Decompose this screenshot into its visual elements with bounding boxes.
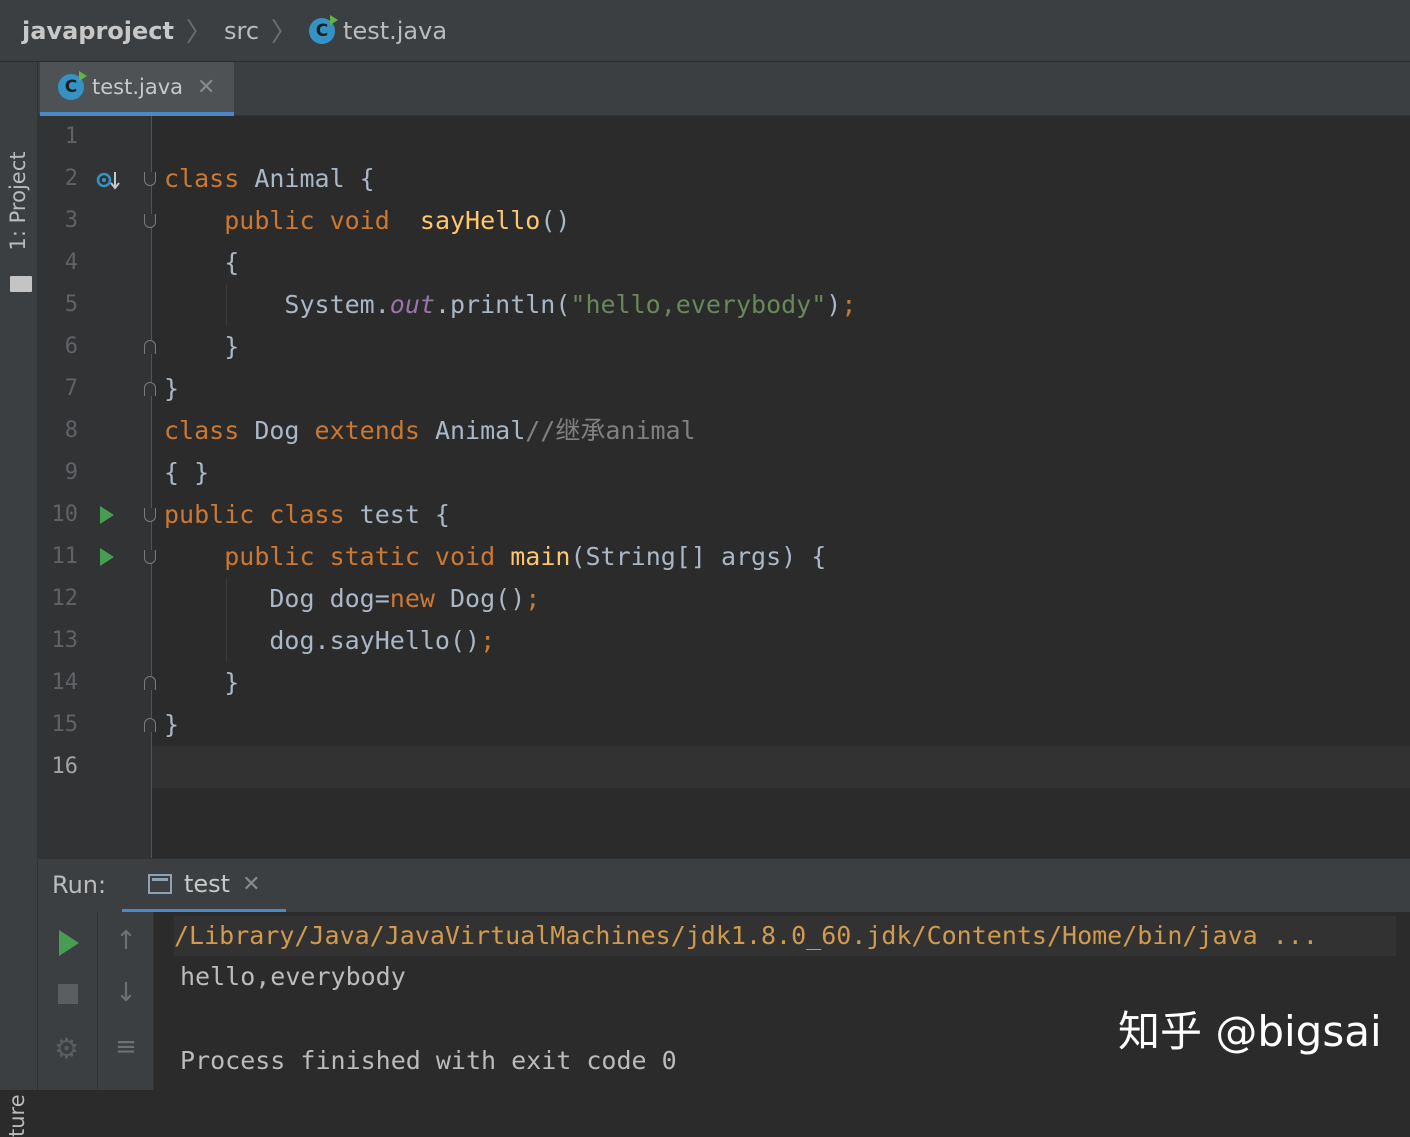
line-number: 8	[64, 418, 78, 443]
line-number: 10	[51, 502, 79, 527]
breadcrumb-folder[interactable]: src	[224, 17, 259, 45]
scroll-up-icon[interactable]: ↑	[112, 926, 140, 956]
code-line-11: public static void main(String[] args) {	[224, 542, 827, 571]
fold-marker[interactable]	[144, 550, 156, 564]
code-line-4: {	[164, 248, 240, 277]
code-editor[interactable]: 1 2 3 4 5 6 7 8 9 10 11 12 13 14 15 16 c…	[38, 116, 1410, 858]
java-class-icon: C	[58, 71, 87, 100]
line-number: 2	[64, 166, 78, 191]
editor-tab-bar: C test.java ✕	[38, 62, 1410, 116]
breadcrumb-file[interactable]: test.java	[343, 17, 447, 45]
code-line-10: public class test {	[164, 500, 450, 529]
code-line-12: Dog dog=new Dog();	[164, 584, 541, 613]
stop-button[interactable]	[58, 984, 78, 1004]
fold-marker[interactable]	[144, 172, 156, 186]
line-number: 3	[64, 208, 78, 233]
folder-icon	[10, 276, 32, 292]
code-line-9: { }	[164, 458, 210, 487]
settings-gear-icon[interactable]: ⚙	[54, 1032, 84, 1065]
console-exit-message: Process finished with exit code 0	[180, 1046, 677, 1075]
code-line-14: }	[164, 668, 240, 697]
line-number: 7	[64, 376, 78, 401]
console-icon	[148, 874, 172, 894]
code-line-8: class Dog extends Animal//继承animal	[164, 416, 696, 445]
scroll-down-icon[interactable]: ↓	[112, 978, 140, 1008]
structure-tool-tab[interactable]: ture	[5, 1037, 35, 1137]
soft-wrap-icon[interactable]: ≡	[112, 1032, 140, 1062]
code-area[interactable]: class Animal { public void sayHello() { …	[164, 116, 1404, 858]
left-tool-strip: 1: Project ture	[0, 62, 38, 1137]
code-line-15: }	[164, 710, 180, 739]
line-number: 15	[51, 712, 79, 737]
line-number: 13	[51, 628, 79, 653]
breadcrumb-separator: 〉	[271, 18, 298, 48]
close-icon[interactable]: ✕	[197, 75, 215, 100]
fold-marker[interactable]	[144, 214, 156, 228]
tab-test-java[interactable]: C test.java ✕	[40, 62, 234, 116]
code-line-3: public void sayHello()	[224, 206, 571, 235]
fold-marker[interactable]	[144, 676, 156, 690]
line-number-current: 16	[51, 754, 79, 779]
run-panel-label: Run:	[52, 871, 107, 899]
fold-marker[interactable]	[144, 382, 156, 396]
line-number: 4	[64, 250, 78, 275]
line-number: 9	[64, 460, 78, 485]
run-gutter-icon[interactable]	[100, 506, 114, 524]
run-panel-header: Run: test ✕	[38, 858, 1410, 913]
breadcrumb: javaproject 〉 src 〉 C test.java	[0, 0, 1410, 62]
code-line-7: }	[164, 374, 180, 403]
run-tab-label: test	[184, 870, 231, 898]
java-class-icon: C	[309, 14, 339, 44]
code-line-5: System.out.println("hello,everybody");	[164, 290, 857, 319]
line-number: 6	[64, 334, 78, 359]
code-line-6: }	[164, 332, 240, 361]
close-icon[interactable]: ✕	[242, 872, 260, 897]
project-tool-tab[interactable]: 1: Project	[4, 142, 34, 292]
run-gutter-icon[interactable]	[100, 548, 114, 566]
line-number: 1	[64, 124, 78, 149]
line-number: 14	[51, 670, 79, 695]
editor-gutter: 1 2 3 4 5 6 7 8 9 10 11 12 13 14 15 16	[38, 116, 156, 858]
console-command-line[interactable]: /Library/Java/JavaVirtualMachines/jdk1.8…	[174, 916, 1396, 956]
rerun-button[interactable]	[59, 930, 79, 956]
run-tab-test[interactable]: test ✕	[122, 859, 286, 913]
line-number: 5	[64, 292, 78, 317]
console-output: hello,everybody	[180, 962, 406, 991]
project-tool-label: 1: Project	[6, 151, 30, 251]
breadcrumb-separator: 〉	[185, 18, 212, 48]
line-number: 11	[51, 544, 79, 569]
fold-marker[interactable]	[144, 340, 156, 354]
breadcrumb-project[interactable]: javaproject	[22, 17, 174, 45]
run-toolbar: ⚙	[38, 912, 98, 1090]
fold-marker[interactable]	[144, 718, 156, 732]
watermark: 知乎 @bigsai	[1118, 1007, 1382, 1056]
code-line-2: class Animal {	[164, 164, 375, 193]
line-number: 12	[51, 586, 79, 611]
tab-label: test.java	[92, 75, 184, 99]
run-toolbar-secondary: ↑ ↓ ≡	[98, 912, 154, 1090]
fold-marker[interactable]	[144, 508, 156, 522]
override-method-icon[interactable]	[96, 168, 120, 192]
code-line-13: dog.sayHello();	[164, 626, 496, 655]
